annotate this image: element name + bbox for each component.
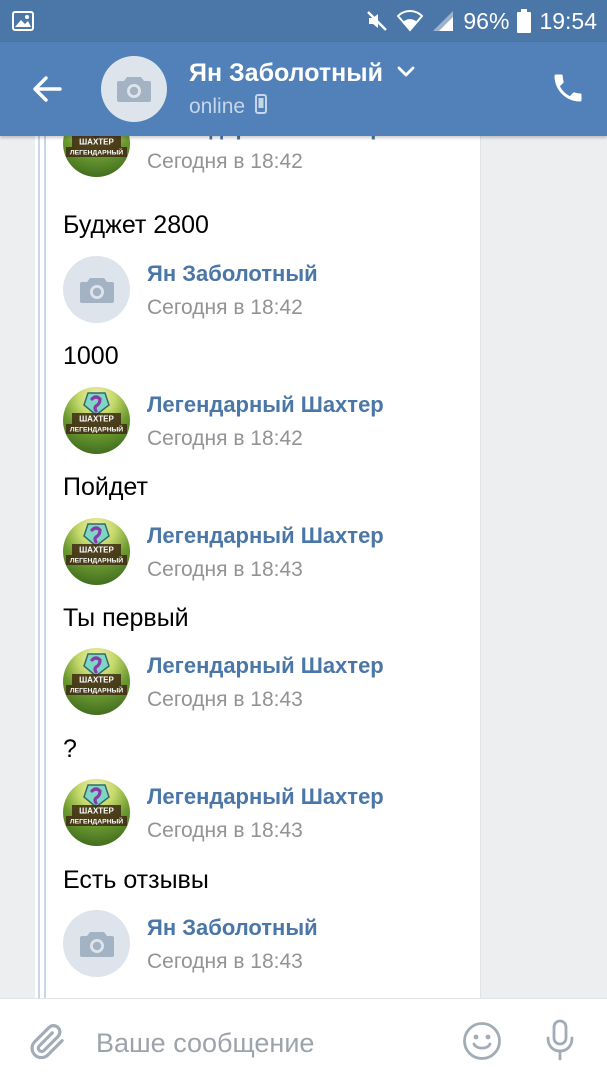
camera-icon <box>117 77 151 102</box>
camera-icon <box>79 277 114 303</box>
paperclip-icon <box>30 1024 64 1060</box>
message-header: ШАХТЕРЛЕГЕНДАРНЫЙ Легендарный Шахтер Сегод… <box>63 779 463 846</box>
emoji-button[interactable] <box>462 1021 502 1066</box>
message-text: ? <box>63 735 77 763</box>
sender-name[interactable]: Легендарный Шахтер <box>147 523 384 549</box>
message-text: Ты первый <box>63 604 189 632</box>
sender-avatar[interactable]: ШАХТЕР ЛЕГЕНДАРНЫЙ <box>63 779 130 846</box>
message-timestamp: Сегодня в 18:43 <box>147 558 303 581</box>
mute-icon <box>365 9 389 33</box>
forward-quote-line <box>44 136 46 998</box>
camera-icon <box>79 931 114 957</box>
message-timestamp: Сегодня в 18:43 <box>147 688 303 711</box>
contact-avatar[interactable] <box>101 56 167 122</box>
avatar-badge-line2: ЛЕГЕНДАРНЫЙ <box>70 556 123 565</box>
contact-name[interactable]: Ян Заболотный <box>189 59 383 88</box>
message-composer <box>0 998 607 1080</box>
voice-message-button[interactable] <box>543 1019 577 1066</box>
sender-name[interactable]: Легендарный Шахтер <box>147 392 384 418</box>
chevron-down-icon[interactable] <box>396 65 416 84</box>
message-timestamp: Сегодня в 18:43 <box>147 950 303 973</box>
sender-name[interactable]: Легендарный Шахтер <box>147 653 384 679</box>
avatar-badge-image: ШАХТЕРЛЕГЕНДАРНЫЙ <box>66 392 127 434</box>
avatar-badge-line1: ШАХТЕР <box>79 807 114 816</box>
contact-status: online <box>189 94 268 120</box>
attach-button[interactable] <box>28 1021 68 1068</box>
forward-quote-line <box>38 136 40 998</box>
battery-icon <box>517 9 532 33</box>
call-button[interactable] <box>550 70 586 106</box>
status-bar: 96% 19:54 <box>0 0 607 42</box>
message-text: Есть отзывы <box>63 866 209 894</box>
sender-name[interactable]: Ян Заболотный <box>147 915 318 941</box>
avatar-badge-image: ШАХТЕРЛЕГЕНДАРНЫЙ <box>66 653 127 695</box>
message-timestamp: Сегодня в 18:43 <box>147 819 303 842</box>
clock: 19:54 <box>539 7 597 34</box>
microphone-icon <box>546 1019 574 1061</box>
message-header: Ян Заболотный Сегодня в 18:42 <box>63 256 463 323</box>
message-timestamp: Сегодня в 18:42 <box>147 427 303 450</box>
message-timestamp: Сегодня в 18:42 <box>147 296 303 319</box>
mobile-icon <box>255 94 268 120</box>
message-text: 1000 <box>63 342 119 370</box>
avatar-badge-image: ШАХТЕРЛЕГЕНДАРНЫЙ <box>66 784 127 826</box>
avatar-badge-line1: ШАХТЕР <box>79 415 114 424</box>
message-header: ШАХТЕРЛЕГЕНДАРНЫЙ Легендарный Шахтер Сегод… <box>63 387 463 454</box>
smile-icon <box>463 1022 501 1060</box>
online-status-text: online <box>189 95 246 118</box>
signal-icon <box>431 10 455 32</box>
avatar-badge-line2: ЛЕГЕНДАРНЫЙ <box>70 425 123 434</box>
sender-avatar[interactable]: ШАХТЕР ЛЕГЕНДАРНЫЙ <box>63 518 130 585</box>
message-text: Буджет 2800 <box>63 211 209 239</box>
avatar-badge-line2: ЛЕГЕНДАРНЫЙ <box>70 686 123 695</box>
sender-name[interactable]: Ян Заболотный <box>147 261 318 287</box>
phone-icon <box>554 74 582 102</box>
sender-name[interactable]: Легендарный Шахтер <box>147 784 384 810</box>
back-button[interactable] <box>26 69 70 109</box>
gallery-icon <box>12 11 34 31</box>
message-header: ШАХТЕРЛЕГЕНДАРНЫЙ Легендарный Шахтер Сегод… <box>63 648 463 715</box>
message-input[interactable] <box>96 1023 436 1063</box>
message-text: Пойдет <box>63 473 148 501</box>
sender-avatar[interactable]: ШАХТЕР ЛЕГЕНДАРНЫЙ <box>63 387 130 454</box>
avatar-badge-line1: ШАХТЕР <box>79 546 114 555</box>
sender-avatar[interactable]: ШАХТЕР ЛЕГЕНДАРНЫЙ <box>63 648 130 715</box>
message-header: Ян Заболотный Сегодня в 18:43 <box>63 910 463 977</box>
sender-avatar[interactable] <box>63 910 130 977</box>
wifi-icon <box>397 10 424 32</box>
arrow-left-icon <box>33 76 62 102</box>
sender-avatar[interactable] <box>63 256 130 323</box>
message-header: ШАХТЕРЛЕГЕНДАРНЫЙ Легендарный Шахтер Сегод… <box>63 518 463 585</box>
battery-percent: 96% <box>463 7 510 34</box>
avatar-badge-line1: ШАХТЕР <box>79 676 114 685</box>
chat-header: Ян Заболотный online <box>0 42 607 136</box>
avatar-badge-line2: ЛЕГЕНДАРНЫЙ <box>70 148 123 157</box>
avatar-badge-image: ШАХТЕРЛЕГЕНДАРНЫЙ <box>66 523 127 565</box>
avatar-badge-line1: ШАХТЕР <box>79 138 114 147</box>
avatar-badge-line2: ЛЕГЕНДАРНЫЙ <box>70 817 123 826</box>
message-timestamp: Сегодня в 18:42 <box>147 150 303 173</box>
